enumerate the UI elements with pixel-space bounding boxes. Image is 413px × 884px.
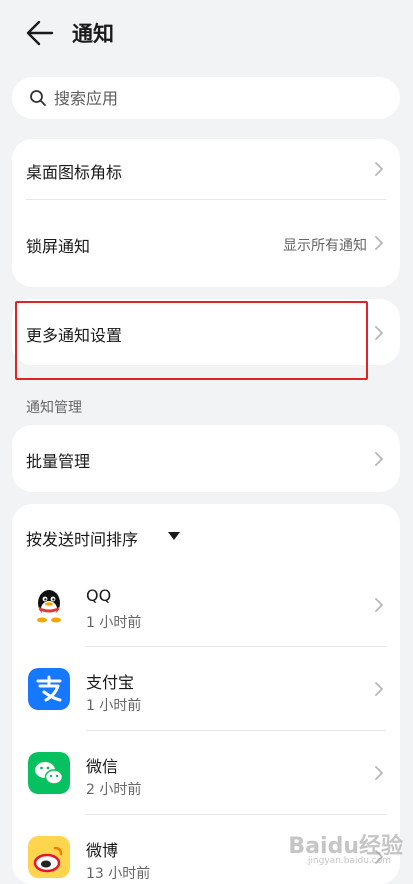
- search-icon: [30, 90, 46, 106]
- app-name: 微信: [86, 757, 119, 776]
- row-label: 批量管理: [26, 452, 91, 471]
- app-time: 13 小时前: [86, 866, 151, 882]
- chevron-right-icon: [375, 236, 383, 250]
- highlight-box: [15, 301, 368, 380]
- app-row-wechat[interactable]: 微信 2 小时前: [12, 731, 400, 814]
- row-badge-settings[interactable]: 桌面图标角标: [12, 139, 400, 199]
- settings-card-1: 桌面图标角标 锁屏通知 显示所有通知: [12, 139, 400, 287]
- watermark-url: jingyan.baidu.com: [307, 856, 391, 866]
- app-name: 支付宝: [86, 673, 135, 692]
- chevron-right-icon: [375, 766, 383, 780]
- row-lockscreen-notification[interactable]: 锁屏通知 显示所有通知: [12, 200, 400, 287]
- search-input[interactable]: [54, 85, 384, 111]
- settings-card-3: 批量管理: [12, 425, 400, 492]
- chevron-right-icon: [375, 162, 383, 176]
- wechat-icon: [28, 752, 70, 794]
- page-title: 通知: [72, 22, 114, 46]
- row-value: 显示所有通知: [283, 238, 367, 254]
- row-label: 锁屏通知: [26, 237, 91, 256]
- section-label: 通知管理: [26, 400, 82, 416]
- app-row-alipay[interactable]: 支付宝 1 小时前: [12, 647, 400, 730]
- chevron-right-icon: [375, 598, 383, 612]
- search-bar[interactable]: [12, 77, 400, 119]
- chevron-right-icon: [375, 326, 383, 340]
- alipay-icon: [28, 668, 70, 710]
- caret-down-icon[interactable]: [168, 532, 180, 540]
- qq-icon: [37, 590, 61, 623]
- row-batch-manage[interactable]: 批量管理: [12, 425, 400, 492]
- weibo-icon: [28, 836, 70, 878]
- app-time: 1 小时前: [86, 615, 142, 631]
- app-name: 微博: [86, 841, 119, 860]
- app-list-card: 按发送时间排序 QQ 1 小时前 支付宝 1 小时前 微信 2 小时前 微博 1…: [12, 504, 400, 884]
- row-label: 桌面图标角标: [26, 163, 123, 182]
- top-app-bar: 通知: [0, 0, 413, 66]
- chevron-right-icon: [375, 452, 383, 466]
- chevron-right-icon: [375, 682, 383, 696]
- sort-label[interactable]: 按发送时间排序: [26, 526, 138, 550]
- arrow-left-icon[interactable]: [26, 20, 54, 46]
- app-time: 2 小时前: [86, 782, 142, 798]
- app-row-qq[interactable]: QQ 1 小时前: [12, 564, 400, 646]
- app-time: 1 小时前: [86, 698, 142, 714]
- app-name: QQ: [86, 586, 112, 605]
